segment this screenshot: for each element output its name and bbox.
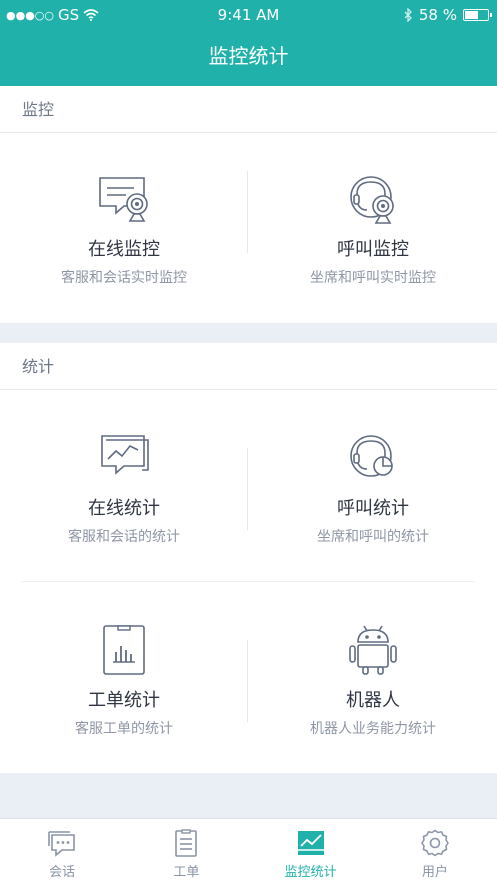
call-monitor-icon [350,176,394,224]
ticket-stats-item[interactable]: 工单统计 客服工单的统计 [0,624,248,738]
clipboard-icon [175,829,198,857]
section-header-monitor: 监控 [0,86,497,133]
robot-icon [349,625,397,675]
tab-monitor-stats-label: 监控统计 [284,865,337,880]
ticket-stats-title: 工单统计 [88,690,160,711]
tab-bar: 会话 工单 监控统计 用户 [0,818,497,883]
call-stats-item[interactable]: 呼叫统计 坐席和呼叫的统计 [249,432,497,546]
online-stats-item[interactable]: 在线统计 客服和会话的统计 [0,432,248,546]
page-title: 监控统计 [0,30,497,86]
monitor-grid: 在线监控 客服和会话实时监控 呼叫监控 坐席和呼叫实时监控 [0,133,497,323]
tab-user-label: 用户 [421,865,448,880]
call-monitor-subtitle: 坐席和呼叫实时监控 [310,270,436,286]
call-stats-title: 呼叫统计 [337,498,409,519]
robot-stats-subtitle: 机器人业务能力统计 [310,721,436,737]
online-monitor-subtitle: 客服和会话实时监控 [61,270,187,286]
robot-stats-item[interactable]: 机器人 机器人业务能力统计 [249,624,497,738]
divider [22,581,475,582]
battery-percent: 58 % [418,6,457,24]
tab-ticket-label: 工单 [173,865,200,880]
bar-report-icon [103,625,145,675]
chart-icon [297,831,324,855]
line-chart-icon [101,435,149,475]
call-stats-subtitle: 坐席和呼叫的统计 [317,529,429,545]
online-monitor-icon [99,177,148,222]
online-monitor-title: 在线监控 [88,239,160,260]
online-monitor-item[interactable]: 在线监控 客服和会话实时监控 [0,173,248,287]
status-right: 58 % [404,6,492,24]
bluetooth-icon [404,8,412,22]
online-stats-subtitle: 客服和会话的统计 [68,529,180,545]
battery-icon [463,9,492,21]
gear-icon [420,829,449,857]
chat-icon [48,831,75,857]
call-stats-icon [350,435,393,477]
status-bar: ●●●○○ GS 9:41 AM 58 % [0,0,497,30]
tab-user[interactable]: 用户 [373,819,497,883]
ticket-stats-subtitle: 客服工单的统计 [75,721,173,737]
section-header-stats: 统计 [0,343,497,390]
tab-monitor-stats[interactable]: 监控统计 [249,819,373,883]
tab-chat[interactable]: 会话 [0,819,124,883]
tab-ticket[interactable]: 工单 [124,819,248,883]
call-monitor-title: 呼叫监控 [337,239,409,260]
stats-grid: 在线统计 客服和会话的统计 呼叫统计 坐席和呼叫的统计 工单统计 客服工单的统计 [0,390,497,773]
robot-stats-title: 机器人 [346,690,400,711]
tab-chat-label: 会话 [49,865,76,880]
online-stats-title: 在线统计 [88,498,160,519]
call-monitor-item[interactable]: 呼叫监控 坐席和呼叫实时监控 [249,173,497,287]
